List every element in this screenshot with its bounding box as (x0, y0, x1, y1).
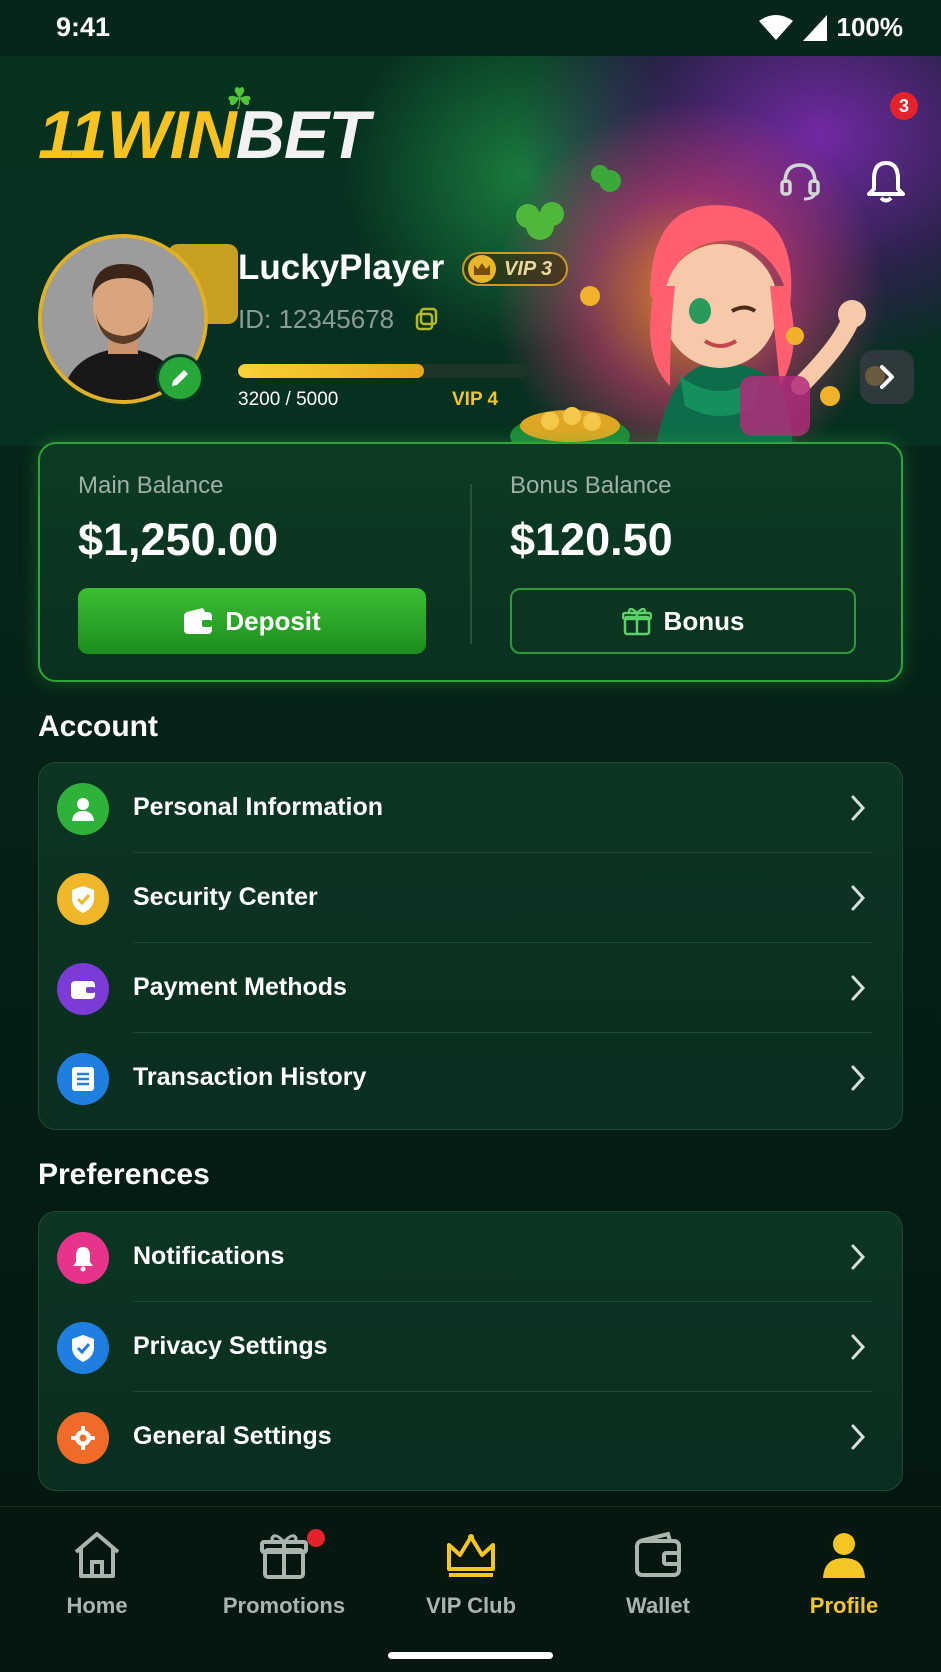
nav-label: VIP Club (425, 1593, 517, 1618)
chevron-right-icon (851, 975, 866, 1001)
menu-label: Notifications (133, 1242, 285, 1270)
gear-icon (57, 1412, 109, 1464)
bonus-button[interactable]: Bonus (510, 588, 856, 654)
battery-level: 100% (836, 12, 904, 42)
menu-label: General Settings (133, 1422, 332, 1450)
vip-badge[interactable]: VIP 3 (462, 252, 569, 286)
home-icon (71, 1527, 123, 1583)
status-bar: 9:41 100% (0, 0, 941, 56)
wallet-icon (632, 1527, 684, 1583)
main-balance-label: Main Balance (78, 472, 224, 499)
brand-logo[interactable]: 11WINBET (38, 96, 370, 174)
balance-card: Main Balance $1,250.00 Deposit Bonus Bal… (38, 442, 903, 682)
menu-label: Privacy Settings (133, 1332, 328, 1360)
menu-label: Personal Information (133, 793, 384, 821)
profile-icon (820, 1527, 868, 1583)
menu-label: Transaction History (133, 1063, 367, 1091)
menu-item-security-center[interactable]: Security Center (39, 853, 902, 943)
status-time: 9:41 (56, 12, 111, 42)
headset-icon (780, 163, 820, 201)
gift-icon (259, 1527, 325, 1583)
menu-item-transaction-history[interactable]: Transaction History (39, 1033, 902, 1123)
chevron-right-icon (851, 1334, 866, 1360)
nav-promotions[interactable]: Promotions (190, 1527, 378, 1637)
copy-icon[interactable] (414, 306, 440, 332)
account-section-title: Account (38, 710, 158, 743)
gift-icon (621, 607, 652, 636)
banner-next-button[interactable] (860, 350, 914, 404)
menu-item-privacy-settings[interactable]: Privacy Settings (39, 1302, 902, 1392)
username: LuckyPlayer (238, 248, 445, 287)
vip-progress-text: 3200 / 5000 (238, 389, 339, 410)
bottom-navigation: Home Promotions VIP Club Wallet Profile (0, 1506, 941, 1672)
deposit-label: Deposit (225, 605, 321, 636)
nav-label: Promotions (222, 1593, 346, 1618)
chevron-right-icon (851, 1424, 866, 1450)
vip-progress-fill (238, 364, 424, 378)
bonus-button-label: Bonus (663, 605, 745, 636)
home-indicator[interactable] (388, 1652, 553, 1659)
shield-icon (57, 873, 109, 925)
wallet-icon (57, 963, 109, 1015)
chevron-right-icon (880, 365, 894, 389)
nav-label: Home (66, 1593, 128, 1618)
nav-wallet[interactable]: Wallet (564, 1527, 752, 1637)
nav-label: Wallet (626, 1593, 690, 1618)
pencil-icon (172, 370, 188, 386)
vip-next-level: VIP 4 (452, 389, 499, 410)
preferences-section-title: Preferences (38, 1158, 210, 1191)
menu-label: Security Center (133, 883, 318, 911)
crown-icon (444, 1527, 498, 1583)
edit-profile-button[interactable] (156, 354, 204, 402)
bonus-balance-label: Bonus Balance (510, 472, 672, 499)
chevron-right-icon (851, 885, 866, 911)
status-icons: 100% (758, 12, 904, 43)
menu-item-notifications[interactable]: Notifications (39, 1212, 902, 1302)
menu-item-personal-information[interactable]: Personal Information (39, 763, 902, 853)
wifi-icon (758, 14, 793, 40)
bonus-balance-section: Bonus Balance $120.50 Bonus (510, 444, 860, 680)
signal-icon (802, 14, 827, 41)
notifications-button[interactable] (862, 156, 910, 204)
menu-item-general-settings[interactable]: General Settings (39, 1392, 902, 1482)
support-button[interactable] (776, 156, 824, 204)
nav-home[interactable]: Home (3, 1527, 191, 1637)
preferences-menu: Notifications Privacy Settings General S… (38, 1211, 903, 1491)
bonus-balance-value: $120.50 (510, 514, 673, 565)
vip-level: VIP 3 (504, 257, 553, 280)
notification-count-badge: 3 (890, 92, 918, 120)
main-balance-section: Main Balance $1,250.00 Deposit (78, 444, 428, 680)
bell-icon (57, 1232, 109, 1284)
bell-icon (867, 161, 905, 203)
wallet-icon (184, 608, 213, 634)
account-menu: Personal Information Security Center Pay… (38, 762, 903, 1130)
user-id: ID: 12345678 (238, 304, 395, 334)
privacy-shield-icon (57, 1322, 109, 1374)
menu-item-payment-methods[interactable]: Payment Methods (39, 943, 902, 1033)
vip-crown-icon (468, 255, 496, 283)
user-icon (57, 783, 109, 835)
chevron-right-icon (851, 1244, 866, 1270)
balance-divider (470, 484, 472, 644)
vip-progress-bar (238, 364, 528, 378)
menu-label: Payment Methods (133, 973, 347, 1001)
nav-label: Profile (809, 1593, 879, 1618)
nav-vip-club[interactable]: VIP Club (377, 1527, 565, 1637)
promotions-badge-dot (307, 1529, 325, 1547)
promo-character-art (507, 165, 885, 446)
main-balance-value: $1,250.00 (78, 514, 279, 565)
chevron-right-icon (851, 795, 866, 821)
list-icon (57, 1053, 109, 1105)
clover-icon: ☘ (226, 83, 253, 116)
deposit-button[interactable]: Deposit (78, 588, 426, 654)
chevron-right-icon (851, 1065, 866, 1091)
nav-profile[interactable]: Profile (750, 1527, 938, 1637)
